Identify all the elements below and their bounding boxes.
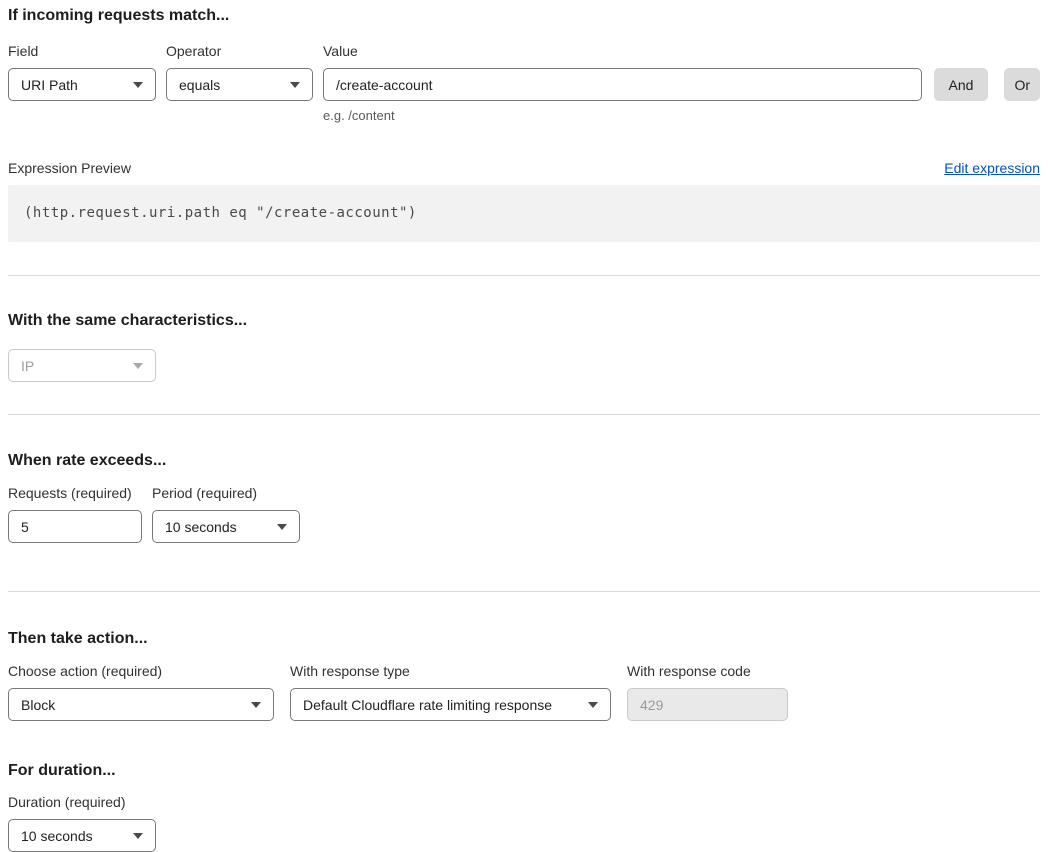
duration-label: Duration (required) <box>8 795 1040 810</box>
chevron-down-icon <box>133 833 143 839</box>
response-type-label: With response type <box>290 664 611 679</box>
operator-dropdown-value: equals <box>179 77 220 93</box>
and-button[interactable]: And <box>934 68 989 101</box>
duration-section-title: For duration... <box>8 763 1040 779</box>
chevron-down-icon <box>133 363 143 369</box>
rate-section-title: When rate exceeds... <box>8 453 1040 469</box>
duration-dropdown[interactable]: 10 seconds <box>8 819 156 852</box>
characteristic-dropdown-value: IP <box>21 358 34 374</box>
requests-label: Requests (required) <box>8 486 142 501</box>
section-divider <box>8 591 1040 592</box>
field-label: Field <box>8 44 156 59</box>
chevron-down-icon <box>251 702 261 708</box>
value-hint: e.g. /content <box>323 108 922 123</box>
section-divider <box>8 275 1040 276</box>
field-dropdown-value: URI Path <box>21 77 78 93</box>
action-dropdown[interactable]: Block <box>8 688 274 721</box>
requests-input[interactable] <box>8 510 142 543</box>
expression-preview-header: Expression Preview Edit expression <box>8 160 1040 176</box>
response-type-dropdown[interactable]: Default Cloudflare rate limiting respons… <box>290 688 611 721</box>
expression-preview-label: Expression Preview <box>8 160 131 176</box>
period-dropdown-value: 10 seconds <box>165 519 237 535</box>
duration-dropdown-value: 10 seconds <box>21 828 93 844</box>
or-button[interactable]: Or <box>1004 68 1040 101</box>
response-code-label: With response code <box>627 664 788 679</box>
characteristic-dropdown: IP <box>8 349 156 382</box>
action-section-title: Then take action... <box>8 631 1040 647</box>
response-type-dropdown-value: Default Cloudflare rate limiting respons… <box>303 697 552 713</box>
action-dropdown-value: Block <box>21 697 55 713</box>
duration-control: Duration (required) 10 seconds <box>8 795 1040 852</box>
edit-expression-link[interactable]: Edit expression <box>944 160 1040 176</box>
operator-label: Operator <box>166 44 313 59</box>
match-section-title: If incoming requests match... <box>8 8 1040 24</box>
choose-action-label: Choose action (required) <box>8 664 274 679</box>
period-dropdown[interactable]: 10 seconds <box>152 510 300 543</box>
field-dropdown[interactable]: URI Path <box>8 68 156 101</box>
chevron-down-icon <box>133 82 143 88</box>
operator-dropdown[interactable]: equals <box>166 68 313 101</box>
expression-preview-code: (http.request.uri.path eq "/create-accou… <box>8 185 1040 242</box>
section-divider <box>8 414 1040 415</box>
match-controls-row: Field URI Path Operator equals Value e.g… <box>8 44 1040 123</box>
action-controls-row: Choose action (required) Block With resp… <box>8 664 1040 721</box>
value-label: Value <box>323 44 922 59</box>
response-code-input <box>627 688 788 721</box>
rate-controls-row: Requests (required) Period (required) 10… <box>8 486 1040 543</box>
chevron-down-icon <box>588 702 598 708</box>
characteristics-section-title: With the same characteristics... <box>8 313 1040 329</box>
chevron-down-icon <box>290 82 300 88</box>
chevron-down-icon <box>277 524 287 530</box>
period-label: Period (required) <box>152 486 300 501</box>
value-input[interactable] <box>323 68 922 101</box>
